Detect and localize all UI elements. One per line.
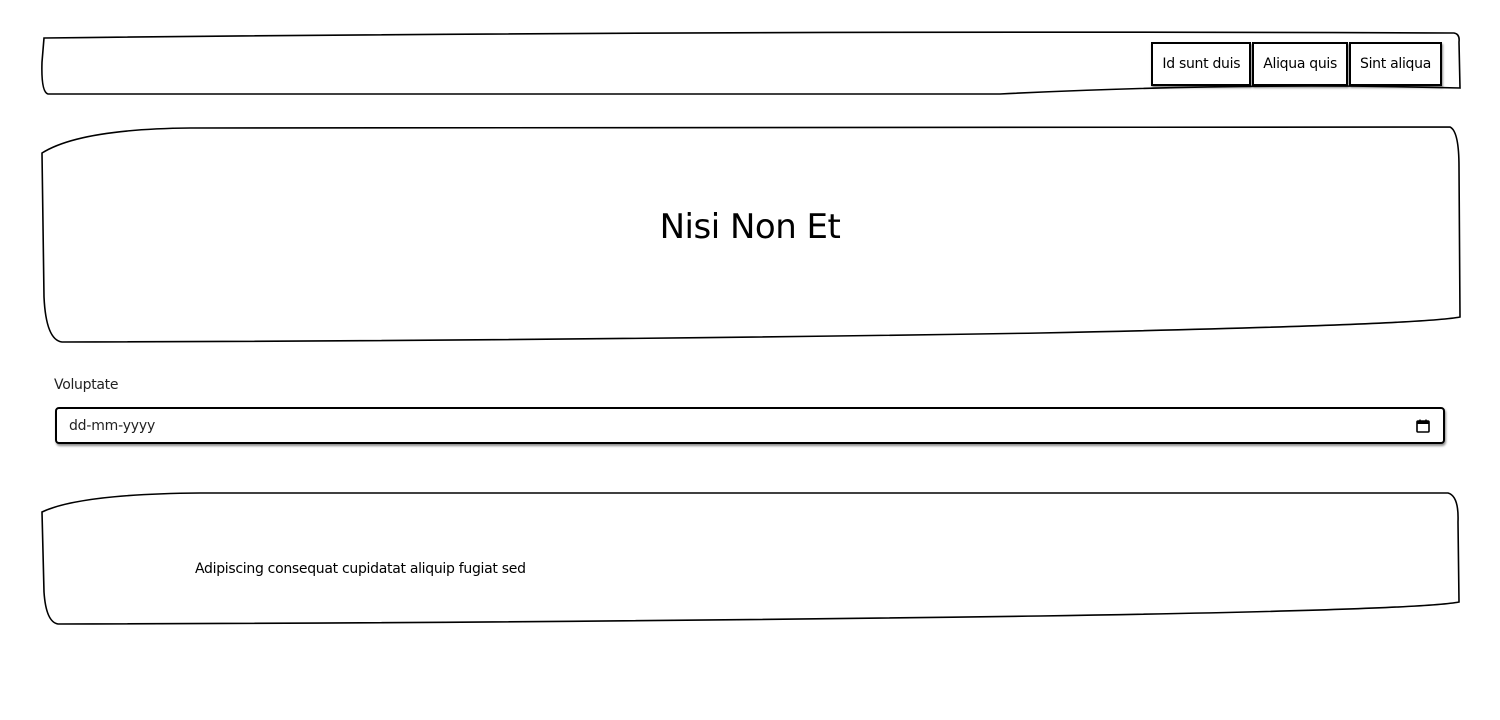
header-nav: Id sunt duis Aliqua quis Sint aliqua	[1150, 42, 1442, 86]
date-input-value[interactable]: dd-mm-yyyy	[69, 418, 1415, 434]
nav-button-id-sunt-duis[interactable]: Id sunt duis	[1151, 42, 1252, 86]
header-bar: Id sunt duis Aliqua quis Sint aliqua	[40, 31, 1461, 96]
page: Id sunt duis Aliqua quis Sint aliqua Nis…	[0, 0, 1500, 720]
date-field-label: Voluptate	[54, 377, 119, 393]
card-frame	[41, 492, 1460, 625]
hero-title: Nisi Non Et	[659, 207, 841, 247]
card-text: Adipiscing consequat cupidatat aliquip f…	[195, 561, 526, 577]
text-card: Adipiscing consequat cupidatat aliquip f…	[40, 492, 1460, 625]
nav-button-sint-aliqua[interactable]: Sint aliqua	[1349, 42, 1442, 86]
calendar-icon[interactable]	[1415, 418, 1431, 434]
nav-button-aliqua-quis[interactable]: Aliqua quis	[1252, 42, 1348, 86]
hero-section: Nisi Non Et	[40, 126, 1461, 343]
date-input[interactable]: dd-mm-yyyy	[55, 407, 1445, 444]
